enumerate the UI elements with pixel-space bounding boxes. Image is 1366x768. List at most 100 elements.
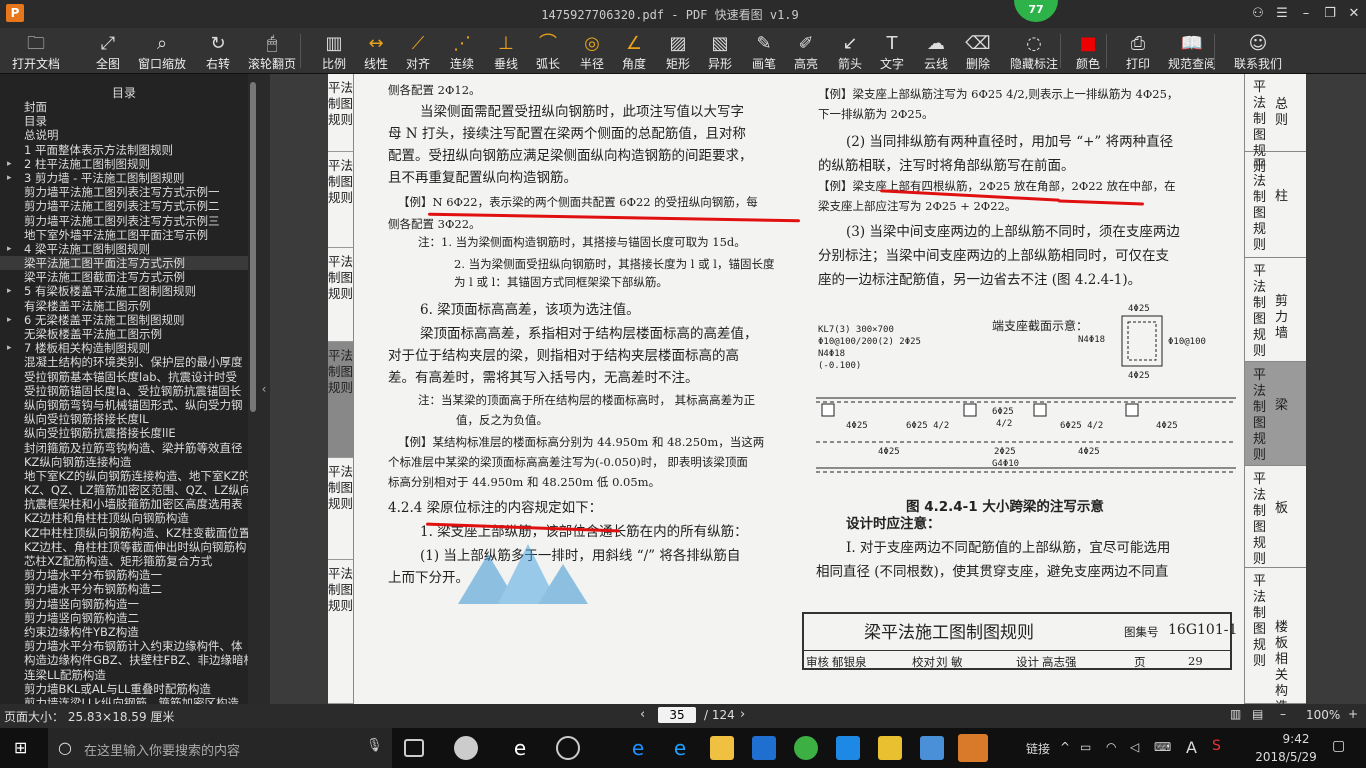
tool-color-button[interactable]: ■ 颜色 xyxy=(1074,28,1102,74)
toc-item[interactable]: 受拉钢筋锚固长度la、受拉钢筋抗震锚固长 xyxy=(0,384,248,398)
toc-item[interactable]: 约束边缘构件YBZ构造 xyxy=(0,625,248,639)
tool-cloud-button[interactable]: ☁ 云线 xyxy=(922,28,950,74)
menu-icon[interactable]: ☰ xyxy=(1272,4,1292,24)
toc-item[interactable]: 封面 xyxy=(0,100,248,114)
green-app-icon[interactable] xyxy=(794,736,818,760)
toc-item[interactable]: 芯柱XZ配筋构造、矩形箍筋复合方式 xyxy=(0,554,248,568)
tool-folder-button[interactable]: 🗀 打开文档 xyxy=(12,28,60,74)
windows-start-icon[interactable]: ⊞ xyxy=(14,738,27,757)
toc-item[interactable]: 纵向受拉钢筋抗震搭接长度llE xyxy=(0,426,248,440)
next-page-icon[interactable]: › xyxy=(740,707,745,722)
toc-item[interactable]: ▸ 7 楼板相关构造制图规则 xyxy=(0,341,248,355)
right-section-tab[interactable]: 平法制图规则楼板相关构造 xyxy=(1245,568,1306,704)
expand-arrow-icon[interactable]: ▸ xyxy=(7,341,12,355)
right-section-tab[interactable]: 平法制图规则 剪力墙 xyxy=(1245,258,1306,362)
clock-date[interactable]: 2018/5/29 xyxy=(1246,750,1326,764)
keyboard-icon[interactable]: ⌨ xyxy=(1154,740,1171,754)
tool-highlight-button[interactable]: ✐ 高亮 xyxy=(792,28,820,74)
app-g-icon[interactable] xyxy=(752,736,776,760)
toc-item[interactable]: 剪力墙连梁LLk纵向钢筋、箍筋加密区构造 xyxy=(0,696,248,704)
zoom-out-icon[interactable]: – xyxy=(1280,707,1286,721)
tool-continuous-button[interactable]: ⋰ 连续 xyxy=(448,28,476,74)
maximize-icon[interactable]: ❐ xyxy=(1320,4,1340,24)
page-number-input[interactable]: 35 xyxy=(658,707,696,723)
toc-item[interactable]: 目录 xyxy=(0,114,248,128)
fan-app-icon[interactable] xyxy=(454,736,478,760)
tool-rectangle-button[interactable]: ▨ 矩形 xyxy=(664,28,692,74)
tool-radius-button[interactable]: ◎ 半径 xyxy=(578,28,606,74)
ie-icon[interactable]: e xyxy=(508,736,532,760)
fit-width-icon[interactable]: ▤ xyxy=(1252,707,1263,721)
tool-align-button[interactable]: ⟋ 对齐 xyxy=(404,28,432,74)
prev-page-icon[interactable]: ‹ xyxy=(640,707,645,722)
tool-scale-button[interactable]: ▥ 比例 xyxy=(320,28,348,74)
expand-arrow-icon[interactable]: ▸ xyxy=(7,171,12,185)
tool-zoom-button[interactable]: ⌕ 窗口缩放 xyxy=(138,28,186,74)
toc-item[interactable]: 连梁LL配筋构造 xyxy=(0,668,248,682)
toc-item[interactable]: KZ边柱和角柱柱顶纵向钢筋构造 xyxy=(0,511,248,525)
right-section-tab[interactable]: 平法制图规则板 xyxy=(1245,466,1306,568)
store-app-icon[interactable] xyxy=(920,736,944,760)
ime-icon[interactable]: S xyxy=(1212,738,1221,754)
toc-item[interactable]: ▸ 2 柱平法施工图制图规则 xyxy=(0,157,248,171)
input-lang[interactable]: A xyxy=(1186,738,1197,757)
tool-contact-button[interactable]: ☺ 联系我们 xyxy=(1232,28,1284,74)
toc-item[interactable]: 地下室外墙平法施工图平面注写示例 xyxy=(0,228,248,242)
user-icon[interactable]: ⚇ xyxy=(1248,4,1268,24)
toc-item[interactable]: KZ中柱柱顶纵向钢筋构造、KZ柱变截面位置 xyxy=(0,526,248,540)
toc-item[interactable]: 剪力墙平法施工图列表注写方式示例三 xyxy=(0,214,248,228)
tool-rotate-right-button[interactable]: ↻ 右转 xyxy=(204,28,232,74)
mic-icon[interactable]: 🎙 xyxy=(366,738,383,753)
toc-item[interactable]: 剪力墙平法施工图列表注写方式示例二 xyxy=(0,199,248,213)
file-explorer-icon[interactable] xyxy=(710,736,734,760)
tool-pen-button[interactable]: ✎ 画笔 xyxy=(750,28,778,74)
expand-arrow-icon[interactable]: ▸ xyxy=(7,284,12,298)
expand-arrow-icon[interactable]: ▸ xyxy=(7,157,12,171)
tool-text-button[interactable]: T 文字 xyxy=(878,28,906,74)
ie-blue-icon[interactable]: e xyxy=(668,736,692,760)
browser-icon[interactable] xyxy=(556,736,580,760)
close-icon[interactable]: ✕ xyxy=(1344,4,1364,24)
tool-arrow-button[interactable]: ↙ 箭头 xyxy=(836,28,864,74)
left-section-tab[interactable]: 平法制图规则 xyxy=(328,342,353,458)
toc-item[interactable]: 受拉钢筋基本锚固长度lab、抗震设计时受 xyxy=(0,370,248,384)
notification-badge[interactable]: 77 xyxy=(1014,0,1058,22)
toc-item[interactable]: 剪力墙平法施工图列表注写方式示例一 xyxy=(0,185,248,199)
toc-item[interactable]: 剪力墙竖向钢筋构造一 xyxy=(0,597,248,611)
wifi-icon[interactable]: ◠ xyxy=(1106,740,1116,754)
minimize-icon[interactable]: – xyxy=(1296,4,1316,24)
toc-item[interactable]: 纵向受拉钢筋搭接长度lL xyxy=(0,412,248,426)
tool-hide-button[interactable]: ◌ 隐藏标注 xyxy=(1008,28,1060,74)
left-section-tab[interactable]: 平法制图规则 xyxy=(328,152,353,248)
toc-item[interactable]: 抗震框架柱和小墙肢箍筋加密区高度选用表 xyxy=(0,497,248,511)
toc-item[interactable]: ▸ 4 梁平法施工图制图规则 xyxy=(0,242,248,256)
toc-item[interactable]: 梁平法施工图截面注写方式示例 xyxy=(0,270,248,284)
clock-time[interactable]: 9:42 xyxy=(1266,732,1326,746)
left-section-tab[interactable]: 平法制图规则 xyxy=(328,74,353,152)
toc-item[interactable]: 剪力墙水平分布钢筋计入约束边缘构件、体 xyxy=(0,639,248,653)
task-view-icon[interactable] xyxy=(404,739,424,757)
tray-up-icon[interactable]: ^ xyxy=(1060,740,1070,754)
tool-eraser-button[interactable]: ⌫ 删除 xyxy=(964,28,992,74)
toc-item[interactable]: 梁平法施工图平面注写方式示例 xyxy=(0,256,248,271)
tool-arc-button[interactable]: ⌒ 弧长 xyxy=(534,28,562,74)
toc-item[interactable]: 封闭箍筋及拉筋弯钩构造、梁并筋等效直径 xyxy=(0,441,248,455)
tray-app-icon[interactable]: ▭ xyxy=(1080,740,1091,754)
toc-item[interactable]: KZ、QZ、LZ箍筋加密区范围、QZ、LZ纵向钢 xyxy=(0,483,248,497)
toc-item[interactable]: 无梁板楼盖平法施工图示例 xyxy=(0,327,248,341)
toc-item[interactable]: 1 平面整体表示方法制图规则 xyxy=(0,143,248,157)
toc-item[interactable]: ▸ 6 无梁楼盖平法施工图制图规则 xyxy=(0,313,248,327)
toc-item[interactable]: 有梁楼盖平法施工图示例 xyxy=(0,299,248,313)
toc-item[interactable]: 总说明 xyxy=(0,128,248,142)
expand-arrow-icon[interactable]: ▸ xyxy=(7,242,12,256)
toc-item[interactable]: KZ边柱、角柱柱顶等截面伸出时纵向钢筋构 xyxy=(0,540,248,554)
left-section-tab[interactable]: 平法制图规则 xyxy=(328,560,353,704)
tool-polygon-button[interactable]: ▧ 异形 xyxy=(706,28,734,74)
toc-item[interactable]: 纵向钢筋弯钩与机械锚固形式、纵向受力钢 xyxy=(0,398,248,412)
volume-icon[interactable]: ◁ xyxy=(1130,740,1139,754)
tool-mouse-button[interactable]: 🖱 滚轮翻页 xyxy=(248,28,296,74)
view-mode-icon[interactable]: ▥ xyxy=(1230,707,1241,721)
notes-app-icon[interactable] xyxy=(878,736,902,760)
toc-item[interactable]: 剪力墙BKL或AL与LL重叠时配筋构造 xyxy=(0,682,248,696)
toc-item[interactable]: 剪力墙水平分布钢筋构造二 xyxy=(0,582,248,596)
